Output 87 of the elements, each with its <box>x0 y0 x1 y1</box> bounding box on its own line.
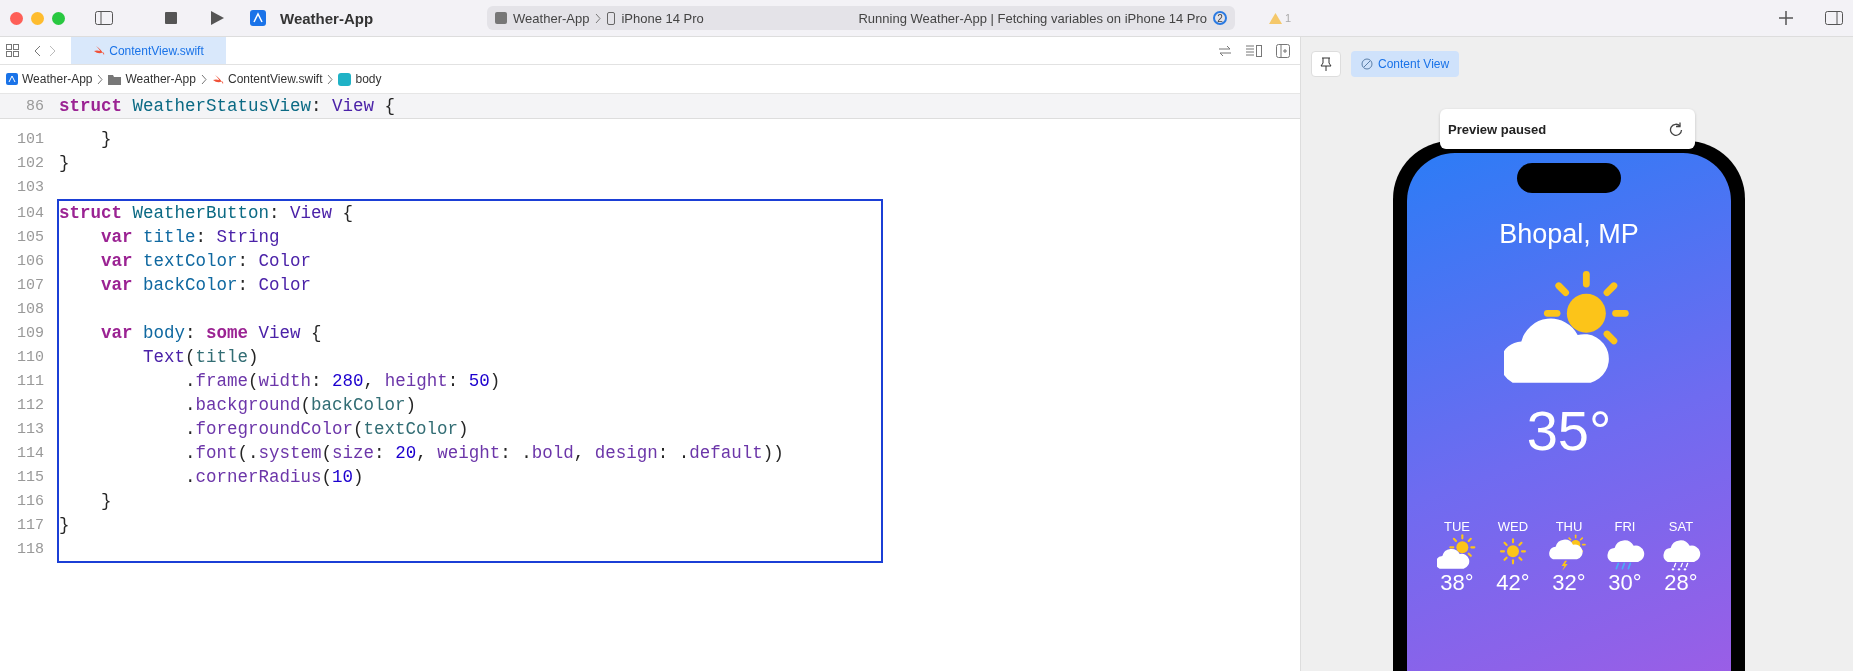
pin-icon <box>1320 57 1332 71</box>
project-name: Weather-App <box>280 9 374 27</box>
line-number: 101 <box>16 130 45 148</box>
line-number: 105 <box>16 228 45 246</box>
line-number: 103 <box>16 178 45 196</box>
code-line: } <box>100 491 112 511</box>
code-line: .background(backColor) <box>184 395 417 415</box>
code-line: var body: some View { <box>100 323 322 343</box>
day-label: WED <box>1497 519 1529 534</box>
line-number: 117 <box>16 516 45 534</box>
back-icon[interactable] <box>33 44 41 57</box>
line-number: 109 <box>16 324 45 342</box>
day-label: TUE <box>1444 519 1470 534</box>
line-number: 106 <box>16 252 45 270</box>
inspector-toggle-icon[interactable] <box>1825 11 1843 25</box>
code-line: } <box>59 515 70 535</box>
line-number: 112 <box>16 396 45 414</box>
breadcrumb-item[interactable]: ContentView.swift <box>227 72 323 86</box>
app-icon <box>6 73 18 85</box>
breadcrumb-item[interactable]: Weather-App <box>125 72 196 86</box>
plus-icon[interactable] <box>1779 11 1793 25</box>
line-number: 107 <box>16 276 45 294</box>
property-icon <box>338 72 352 86</box>
code-line: } <box>59 153 70 173</box>
pin-button[interactable] <box>1311 51 1341 77</box>
scheme-name[interactable]: Weather-App <box>513 10 590 26</box>
chevron-icon <box>200 73 207 85</box>
notice-text: Preview paused <box>1448 121 1548 137</box>
warning-icon <box>1269 12 1283 24</box>
code-line: .font(.system(size: 20, weight: .bold, design: .default)) <box>184 443 784 463</box>
code-line: } <box>100 129 112 149</box>
sidebar-toggle-icon[interactable] <box>95 11 113 25</box>
file-tab[interactable]: ContentView.swift <box>71 37 226 64</box>
app-icon <box>495 12 508 24</box>
line-number: 104 <box>16 204 45 222</box>
line-number: 115 <box>16 468 45 486</box>
day-label: SAT <box>1668 519 1694 534</box>
refresh-icon[interactable] <box>1669 122 1683 136</box>
day-label: THU <box>1555 519 1583 534</box>
app-icon <box>250 10 266 26</box>
line-number: 113 <box>16 420 45 438</box>
chevron-icon <box>97 73 104 85</box>
phone-icon <box>607 11 616 25</box>
line-number: 118 <box>16 540 45 558</box>
play-icon[interactable] <box>211 11 224 25</box>
swift-file-icon <box>211 73 224 85</box>
line-number: 86 <box>25 97 45 115</box>
day-temperature: 32° <box>1552 570 1586 596</box>
swap-icon[interactable] <box>1218 44 1232 57</box>
status-badge: 2 <box>1213 11 1228 25</box>
chevron-icon <box>595 12 602 24</box>
device-name[interactable]: iPhone 14 Pro <box>621 10 704 26</box>
status-text: Running Weather-App | Fetching variables on iPhone 14 Pro <box>858 10 1208 26</box>
day-temperature: 28° <box>1664 570 1698 596</box>
close-button[interactable] <box>10 11 23 25</box>
swift-file-icon <box>93 45 106 56</box>
day-label: FRI <box>1614 519 1636 534</box>
chevron-icon <box>327 73 334 85</box>
editor-options-icon[interactable] <box>1246 44 1262 57</box>
folder-icon <box>108 73 122 85</box>
line-number: 114 <box>16 444 45 462</box>
line-number: 110 <box>16 348 45 366</box>
code-line: .frame(width: 280, height: 50) <box>184 371 501 391</box>
line-number: 108 <box>16 300 45 318</box>
code-line: .foregroundColor(textColor) <box>184 419 469 439</box>
day-temperature: 42° <box>1496 570 1530 596</box>
current-temperature: 35° <box>1526 398 1612 463</box>
day-temperature: 30° <box>1608 570 1642 596</box>
warning-count: 1 <box>1285 12 1292 24</box>
breadcrumb-item[interactable]: Weather-App <box>22 72 93 86</box>
day-temperature: 38° <box>1440 570 1474 596</box>
line-number: 102 <box>16 154 45 172</box>
line-number: 111 <box>16 372 45 390</box>
breadcrumb-item[interactable]: body <box>355 72 382 86</box>
code-line: .cornerRadius(10) <box>184 467 364 487</box>
city-name: Bhopal, MP <box>1499 219 1639 250</box>
circle-slash-icon <box>1361 58 1373 70</box>
code-line: var textColor: Color <box>100 251 312 271</box>
line-number: 116 <box>16 492 45 510</box>
code-line: var title: String <box>100 227 280 247</box>
code-line: struct WeatherButton: View { <box>59 203 354 223</box>
code-line: struct WeatherStatusView: View { <box>59 96 396 116</box>
code-line: var backColor: Color <box>100 275 312 295</box>
add-editor-icon[interactable] <box>1276 43 1290 58</box>
code-line: Text(title) <box>142 347 259 367</box>
grid-icon[interactable] <box>6 44 19 57</box>
content-view-chip[interactable]: Content View <box>1351 51 1460 77</box>
